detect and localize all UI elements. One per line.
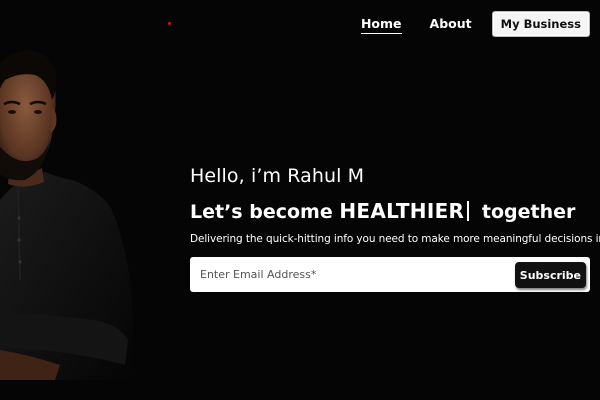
nav-home-label: Home bbox=[360, 16, 402, 34]
hero-subtext: Delivering the quick-hitting info you ne… bbox=[190, 233, 600, 245]
tagline-prefix: Let’s become bbox=[190, 201, 333, 223]
subscribe-button[interactable]: Subscribe bbox=[514, 262, 586, 288]
typing-cursor bbox=[467, 201, 470, 221]
hero-section: Hello, i’m Rahul M Let’s become HEALTHIE… bbox=[190, 165, 600, 292]
nav-about-label: About bbox=[429, 16, 472, 31]
nav-about-link[interactable]: About bbox=[416, 10, 486, 38]
hero-tagline: Let’s become HEALTHIER together bbox=[190, 199, 595, 223]
subscribe-form: Subscribe bbox=[190, 257, 590, 292]
nav-home-link[interactable]: Home bbox=[347, 10, 416, 38]
profile-portrait bbox=[0, 50, 133, 380]
my-business-button[interactable]: My Business bbox=[491, 11, 590, 37]
hero-greeting: Hello, i’m Rahul M bbox=[190, 165, 365, 187]
logo-dot bbox=[168, 22, 171, 25]
tagline-emphasis: HEALTHIER bbox=[339, 199, 465, 223]
main-nav: Home About My Business bbox=[347, 10, 590, 38]
page: Home About My Business Hello, i’m Rahul … bbox=[0, 0, 600, 400]
tagline-suffix: together bbox=[481, 201, 576, 223]
email-input[interactable] bbox=[190, 257, 520, 292]
